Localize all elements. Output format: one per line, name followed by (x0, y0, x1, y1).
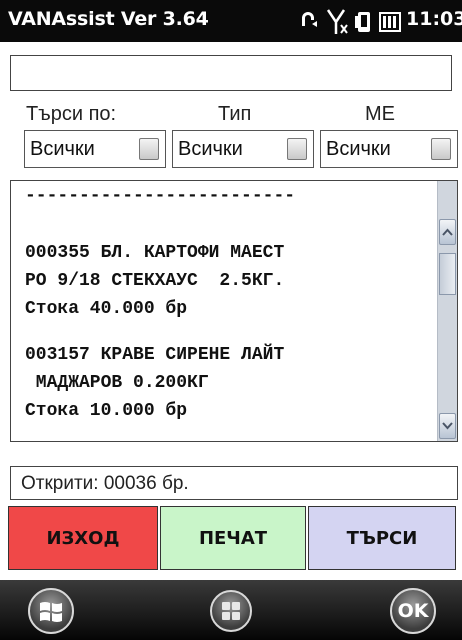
clock: 11:03 (406, 8, 462, 30)
unit-label: МЕ (365, 103, 395, 125)
print-button[interactable]: ПЕЧАТ (160, 506, 306, 570)
battery-icon (379, 12, 401, 32)
found-count-field: Открити: 00036 бр. (10, 466, 458, 500)
results-list[interactable]: ------------------------- 000355 БЛ. КАР… (10, 180, 458, 442)
keyboard-button[interactable] (210, 590, 252, 632)
item-line: МАДЖАРОВ 0.200КГ (25, 373, 209, 393)
type-value: Всички (178, 138, 243, 160)
search-input[interactable] (10, 55, 452, 91)
item-line: 003157 КРАВЕ СИРЕНЕ ЛАЙТ (25, 345, 285, 365)
type-label: Тип (218, 103, 252, 125)
status-bar: VANAssist Ver 3.64 11:03 (0, 0, 462, 42)
scroll-thumb[interactable] (439, 253, 456, 295)
start-button[interactable] (28, 588, 74, 634)
search-by-label: Търси по: (26, 103, 117, 125)
device-icon (355, 12, 370, 32)
sync-icon (302, 12, 317, 27)
scroll-up-button[interactable] (439, 219, 456, 245)
taskbar: OK (0, 580, 462, 640)
item-stock: Стока 40.000 бр (25, 299, 188, 319)
dropdown-arrow-icon[interactable] (287, 138, 307, 160)
chevron-up-icon (442, 228, 453, 236)
found-count-text: Открити: 00036 бр. (21, 473, 189, 494)
no-signal-icon (326, 9, 348, 34)
windows-logo-icon (40, 602, 62, 622)
search-by-select[interactable]: Всички (24, 130, 166, 168)
search-button[interactable]: ТЪРСИ (308, 506, 456, 570)
search-by-value: Всички (30, 138, 95, 160)
exit-button[interactable]: ИЗХОД (8, 506, 158, 570)
dropdown-arrow-icon[interactable] (139, 138, 159, 160)
list-item[interactable]: 000355 БЛ. КАРТОФИ МАЕСТ РО 9/18 СТЕКХАУ… (25, 239, 425, 323)
app-title: VANAssist Ver 3.64 (8, 8, 209, 30)
type-select[interactable]: Всички (172, 130, 314, 168)
item-stock: Стока 10.000 бр (25, 401, 188, 421)
scroll-down-button[interactable] (439, 413, 456, 439)
list-item[interactable]: 003157 КРАВЕ СИРЕНЕ ЛАЙТ МАДЖАРОВ 0.200К… (25, 341, 425, 425)
dropdown-arrow-icon[interactable] (431, 138, 451, 160)
chevron-down-icon (442, 422, 453, 430)
ok-button[interactable]: OK (390, 588, 436, 634)
item-line: 000355 БЛ. КАРТОФИ МАЕСТ (25, 243, 285, 263)
item-line: РО 9/18 СТЕКХАУС 2.5КГ. (25, 271, 285, 291)
keyboard-icon (222, 602, 240, 620)
unit-select[interactable]: Всички (320, 130, 458, 168)
list-separator: ------------------------- (25, 186, 296, 206)
vertical-scrollbar[interactable] (437, 181, 457, 441)
unit-value: Всички (326, 138, 391, 160)
